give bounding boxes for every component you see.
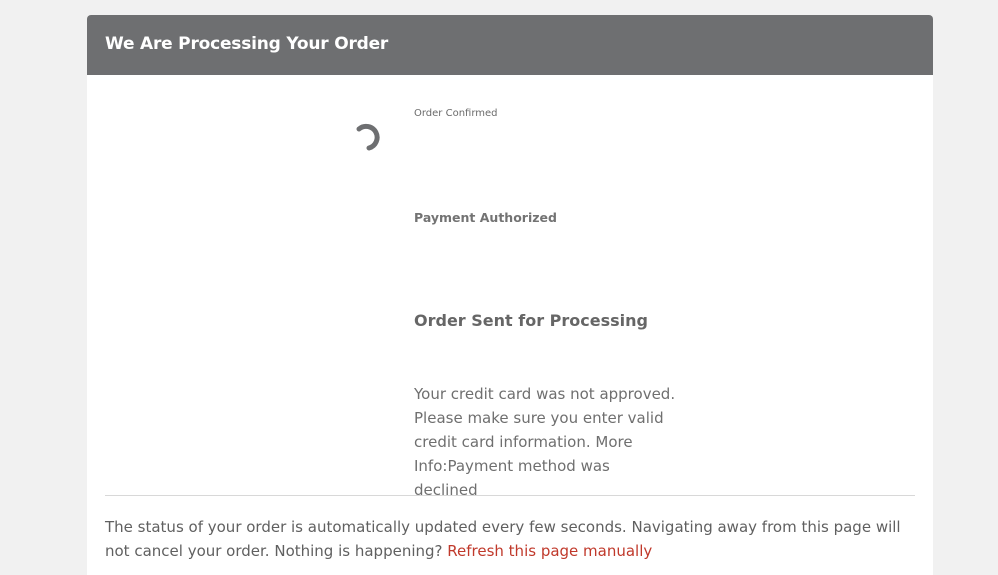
page-title: We Are Processing Your Order: [105, 34, 389, 54]
step-order-sent: Order Sent for Processing: [414, 311, 648, 330]
refresh-page-link[interactable]: Refresh this page manually: [447, 542, 652, 560]
divider: [105, 495, 915, 496]
order-processing-panel: We Are Processing Your Order Order Confi…: [87, 15, 933, 575]
payment-error-message: Your credit card was not approved. Pleas…: [414, 385, 676, 499]
step-order-confirmed: Order Confirmed: [414, 108, 498, 119]
step-payment-authorized: Payment Authorized: [414, 210, 557, 225]
status-note: The status of your order is automaticall…: [105, 515, 925, 563]
loading-spinner-icon: [356, 123, 380, 151]
panel-header: We Are Processing Your Order: [87, 15, 933, 75]
